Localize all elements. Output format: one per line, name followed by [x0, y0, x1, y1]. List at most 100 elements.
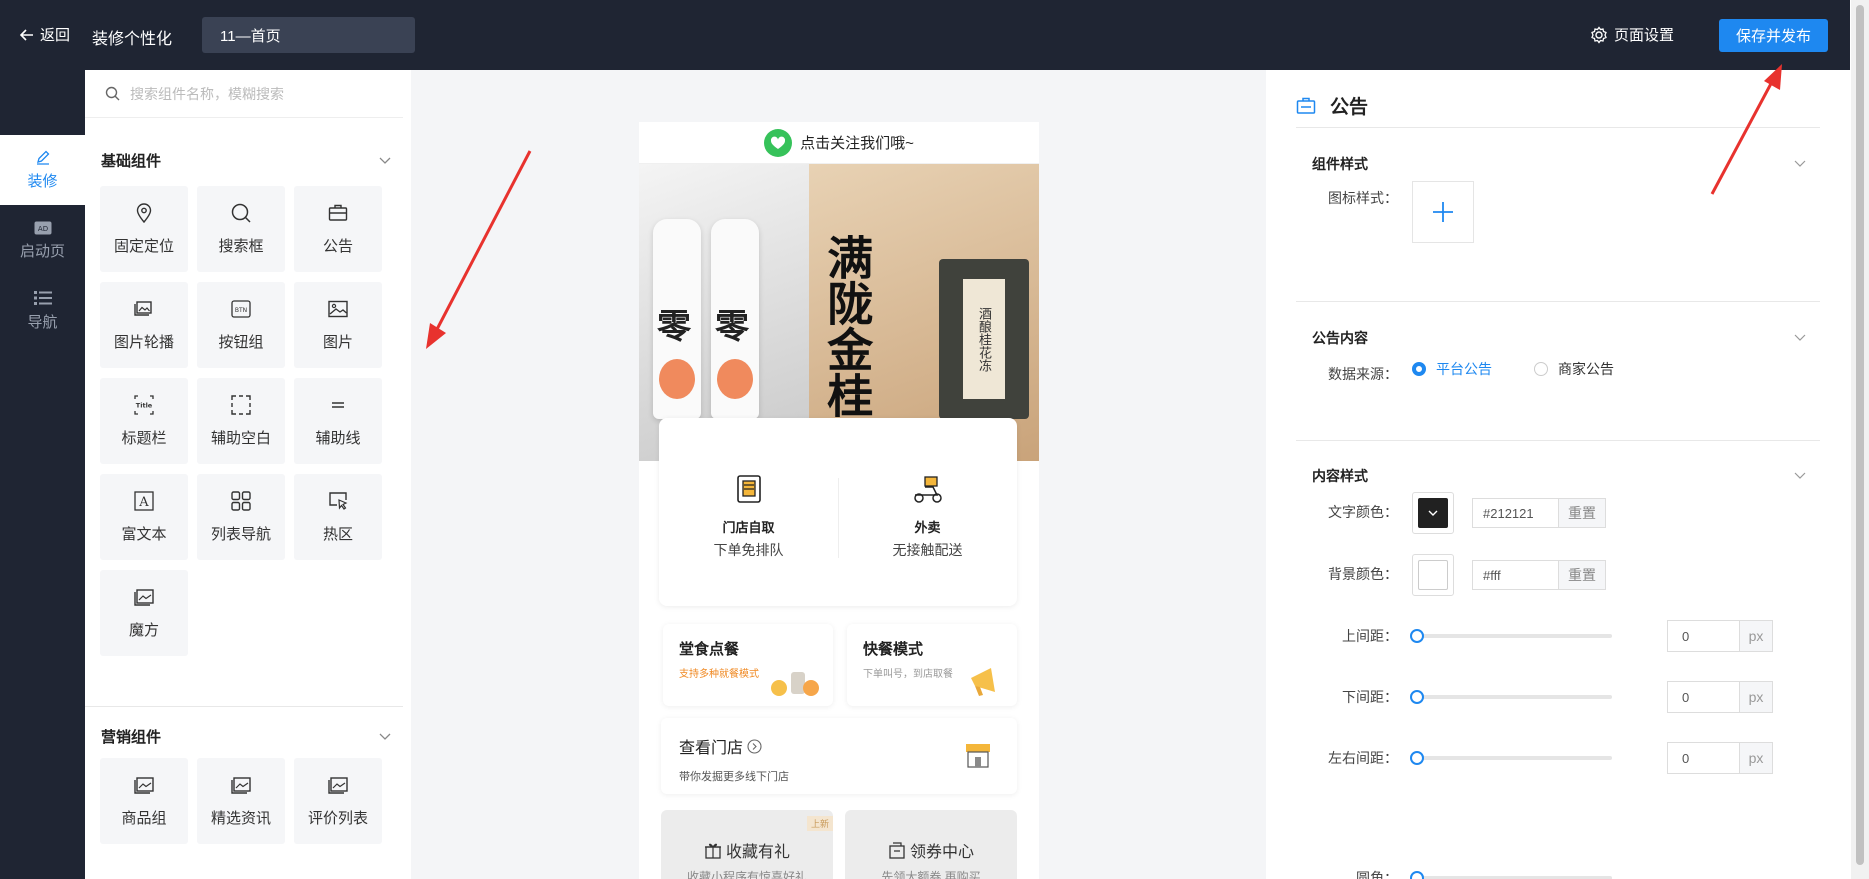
shop-icon	[966, 744, 990, 768]
tile-label: 按钮组	[218, 334, 264, 351]
service-pickup[interactable]: 门店自取 下单免排队	[659, 473, 838, 560]
radio-platform-notice[interactable]: 平台公告	[1412, 359, 1492, 379]
mode-dine-in[interactable]: 堂食点餐 支持多种就餐模式	[663, 624, 833, 706]
slider-handle[interactable]	[1410, 690, 1424, 704]
service-subtitle: 下单免排队	[713, 542, 784, 558]
component-search-input[interactable]	[130, 85, 390, 102]
component-tile[interactable]: 公告	[294, 186, 382, 272]
top-spacing-input[interactable]	[1667, 620, 1739, 652]
component-style-header[interactable]	[1312, 221, 1806, 239]
component-tile[interactable]: 辅助空白	[197, 378, 285, 464]
basic-components-grid: 固定定位 搜索框 公告 图片轮播 BTN 按钮组 图片 Title 标题栏 辅助…	[100, 186, 382, 656]
notice-content-header[interactable]: 公告内容	[1312, 328, 1806, 348]
page-name-input[interactable]	[202, 17, 415, 53]
component-style-header[interactable]: 组件样式	[1312, 154, 1806, 174]
chevron-down-icon	[1794, 472, 1806, 479]
promo-favorite[interactable]: 上新 收藏有礼 收藏小程序有惊喜好礼	[661, 810, 833, 879]
tile-label: 精选资讯	[210, 810, 271, 827]
phone-preview: 点击关注我们哦~ 零 零 满陇金桂 酒酿桂花冻 门店自取 下单免排队 外卖 无接…	[639, 122, 1039, 879]
svg-text:BTN: BTN	[235, 307, 247, 314]
icon-style-label: 图标样式：	[1328, 190, 1398, 206]
component-tile[interactable]: 搜索框	[197, 186, 285, 272]
component-tile[interactable]: 评价列表	[294, 758, 382, 844]
component-tile[interactable]: A 富文本	[100, 474, 188, 560]
radio-merchant-notice[interactable]: 商家公告	[1534, 359, 1614, 379]
mode-title: 快餐模式	[863, 641, 924, 658]
page-scrollbar[interactable]	[1851, 0, 1869, 879]
bg-color-swatch[interactable]	[1412, 554, 1454, 596]
component-tile[interactable]: 热区	[294, 474, 382, 560]
bottle-graphic: 零	[653, 219, 701, 419]
page-settings-label: 页面设置	[1614, 27, 1675, 44]
bottom-spacing-slider[interactable]	[1410, 690, 1612, 704]
banner-scroll-graphic: 酒酿桂花冻	[939, 259, 1029, 419]
tile-label: 搜索框	[218, 238, 264, 255]
top-spacing-slider[interactable]	[1410, 629, 1612, 643]
nav-item-decorate[interactable]: 装修	[0, 135, 85, 205]
follow-bar[interactable]: 点击关注我们哦~	[639, 122, 1039, 164]
component-tile[interactable]: 图片轮播	[100, 282, 188, 368]
slider-handle[interactable]	[1410, 751, 1424, 765]
text-color-swatch[interactable]	[1412, 492, 1454, 534]
text-color-reset-button[interactable]: 重置	[1558, 498, 1606, 528]
component-tile[interactable]: Title 标题栏	[100, 378, 188, 464]
bottom-spacing-input[interactable]	[1667, 681, 1739, 713]
line-icon	[332, 402, 344, 408]
promo-subtitle: 收藏小程序有惊喜好礼	[686, 870, 807, 879]
nav-item-splash[interactable]: AD 启动页	[0, 206, 85, 276]
promo-title: 领券中心	[909, 844, 974, 861]
component-tile[interactable]: 魔方	[100, 570, 188, 656]
data-source-label: 数据来源：	[1328, 366, 1398, 382]
back-button[interactable]: 返回	[20, 24, 70, 45]
store-pickup-icon	[736, 475, 761, 503]
tile-label: 评价列表	[307, 810, 368, 827]
image-icon	[328, 300, 348, 318]
radio-dot	[1412, 362, 1426, 376]
color-preview	[1418, 498, 1448, 528]
bg-color-input[interactable]	[1472, 560, 1558, 590]
scrollbar-thumb[interactable]	[1856, 5, 1864, 865]
banner-image[interactable]: 零 零 满陇金桂 酒酿桂花冻	[639, 164, 1039, 461]
marketing-components-header[interactable]: 营销组件	[101, 726, 391, 747]
section-title: 公告内容	[1312, 330, 1368, 346]
gift-icon	[704, 843, 721, 859]
component-tile[interactable]: BTN 按钮组	[197, 282, 285, 368]
save-publish-button[interactable]: 保存并发布	[1719, 19, 1828, 52]
horizontal-spacing-slider[interactable]	[1410, 751, 1612, 765]
section-title: 组件样式	[1312, 156, 1368, 172]
section-title: 营销组件	[101, 729, 162, 746]
svg-text:A: A	[138, 495, 149, 510]
component-tile[interactable]: 辅助线	[294, 378, 382, 464]
basic-components-header[interactable]: 基础组件	[101, 150, 391, 171]
tile-label: 商品组	[121, 810, 167, 827]
tile-label: 魔方	[128, 622, 159, 639]
service-delivery[interactable]: 外卖 无接触配送	[838, 473, 1017, 560]
props-title: 公告	[1330, 97, 1369, 118]
text-color-input[interactable]	[1472, 498, 1558, 528]
store-title: 查看门店	[679, 740, 744, 757]
button-icon: BTN	[231, 300, 251, 318]
store-entry[interactable]: 查看门店 带你发掘更多线下门店	[661, 718, 1017, 794]
component-tile[interactable]: 商品组	[100, 758, 188, 844]
search-icon	[105, 86, 120, 101]
hotspot-icon	[329, 492, 348, 510]
nav-item-navigation[interactable]: 导航	[0, 276, 85, 346]
page-settings-button[interactable]: 页面设置	[1590, 24, 1674, 45]
component-tile[interactable]: 图片	[294, 282, 382, 368]
food-icon	[771, 672, 819, 696]
component-tile[interactable]: 列表导航	[197, 474, 285, 560]
icon-upload-button[interactable]	[1412, 181, 1474, 243]
content-style-header[interactable]: 内容样式	[1312, 466, 1806, 486]
bg-color-reset-button[interactable]: 重置	[1558, 560, 1606, 590]
component-tile[interactable]: 精选资讯	[197, 758, 285, 844]
chevron-right-circle-icon	[747, 738, 762, 754]
mode-fast-food[interactable]: 快餐模式 下单叫号，到店取餐	[847, 624, 1017, 706]
bottle-graphic: 零	[711, 219, 759, 419]
mode-title: 堂食点餐	[679, 641, 740, 658]
richtext-icon: A	[134, 491, 154, 511]
component-tile[interactable]: 固定定位	[100, 186, 188, 272]
promo-coupon-center[interactable]: 领券中心 先领大额券 再购买	[845, 810, 1017, 879]
slider-handle[interactable]	[1410, 871, 1424, 879]
horizontal-spacing-input[interactable]	[1667, 742, 1739, 774]
slider-handle[interactable]	[1410, 629, 1424, 643]
